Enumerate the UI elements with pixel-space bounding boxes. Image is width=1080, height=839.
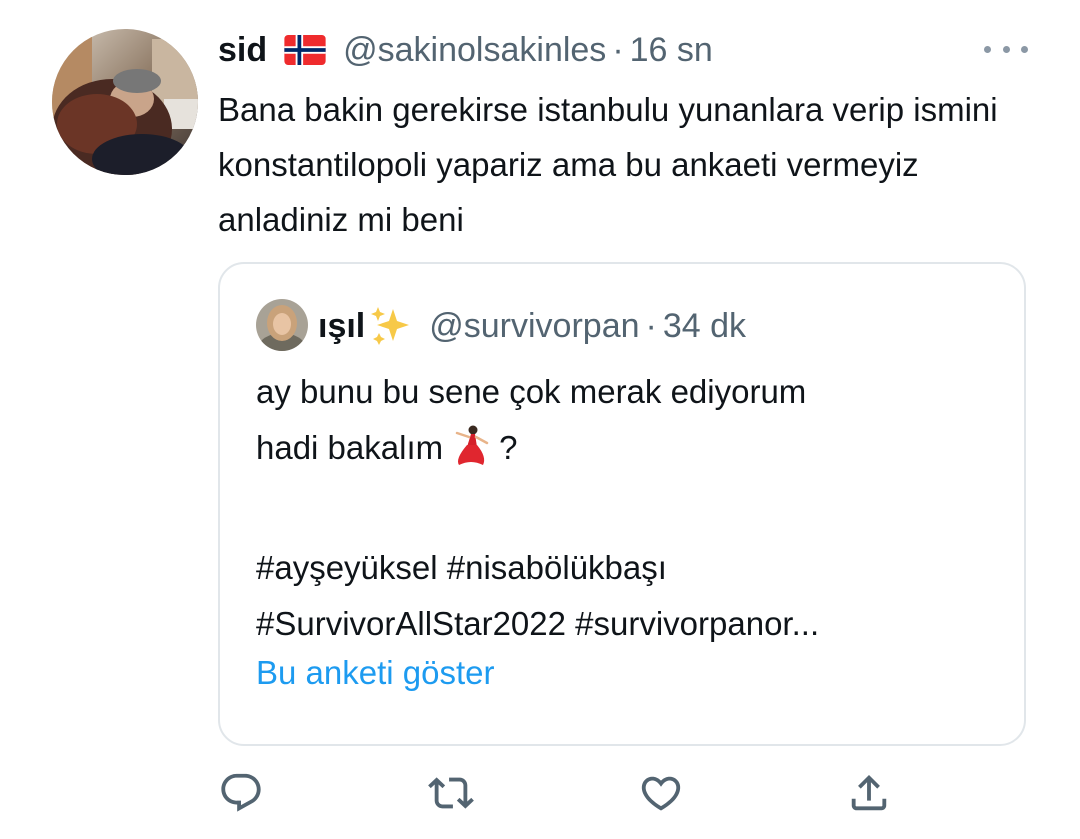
norway-flag-icon bbox=[283, 35, 327, 65]
quoted-tweet[interactable]: ışıl @survivorpan · 34 dk ay bunu bu sen… bbox=[218, 262, 1026, 746]
quoted-text: ay bunu bu sene çok merak ediyorum hadi … bbox=[256, 364, 1006, 652]
handle[interactable]: @sakinolsakinles bbox=[343, 31, 606, 70]
retweet-icon[interactable] bbox=[428, 770, 474, 816]
avatar[interactable] bbox=[52, 29, 198, 175]
quoted-handle[interactable]: @survivorpan bbox=[429, 307, 639, 346]
separator: · bbox=[612, 30, 624, 69]
quoted-line-2-text: hadi bakalım bbox=[256, 429, 444, 466]
quoted-display-name[interactable]: ışıl bbox=[318, 307, 365, 346]
quoted-line-2: hadi bakalım ? bbox=[256, 420, 1006, 484]
show-poll-link[interactable]: Bu anketi göster bbox=[256, 654, 494, 692]
sparkles-icon bbox=[369, 305, 411, 347]
action-bar bbox=[218, 770, 898, 820]
quoted-line-2-end: ? bbox=[499, 429, 518, 466]
tweet-header: sid @sakinolsakinles · 16 sn bbox=[218, 24, 713, 76]
tweet-text: Bana bakin gerekirse istanbulu yunanlara… bbox=[218, 91, 998, 238]
quoted-hashtags-1[interactable]: #ayşeyüksel #nisabölükbaşı bbox=[256, 540, 1006, 596]
quoted-hashtags-2[interactable]: #SurvivorAllStar2022 #survivorpanor... bbox=[256, 596, 1006, 652]
share-icon[interactable] bbox=[846, 770, 892, 816]
tweet[interactable]: sid @sakinolsakinles · 16 sn Bana bakin … bbox=[0, 0, 1080, 839]
like-icon[interactable] bbox=[638, 770, 684, 816]
quoted-line-1: ay bunu bu sene çok merak ediyorum bbox=[256, 373, 807, 410]
display-name[interactable]: sid bbox=[218, 31, 267, 70]
reply-icon[interactable] bbox=[218, 770, 264, 816]
quoted-avatar[interactable] bbox=[256, 299, 308, 351]
separator: · bbox=[645, 306, 657, 345]
quoted-timestamp[interactable]: 34 dk bbox=[663, 307, 746, 346]
dancer-icon bbox=[449, 423, 493, 484]
timestamp[interactable]: 16 sn bbox=[630, 31, 713, 70]
more-icon[interactable] bbox=[984, 36, 1028, 62]
quoted-header: ışıl @survivorpan · 34 dk bbox=[318, 300, 746, 352]
